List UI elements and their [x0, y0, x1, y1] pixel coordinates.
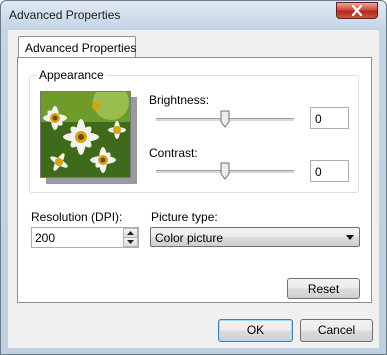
- contrast-label: Contrast:: [149, 146, 198, 160]
- resolution-spin-down[interactable]: [123, 237, 138, 247]
- brightness-label: Brightness:: [149, 93, 210, 107]
- tab-advanced-properties[interactable]: Advanced Properties: [18, 36, 136, 58]
- picture-type-selected: Color picture: [155, 231, 224, 245]
- dropdown-arrow-icon: [346, 235, 354, 240]
- appearance-group: Appearance Brightness: 0 Contrast: 0: [29, 68, 359, 193]
- ok-button-label: OK: [246, 323, 265, 337]
- reset-button-label: Reset: [307, 282, 340, 296]
- slider-thumb-icon[interactable]: [220, 110, 230, 128]
- window-title: Advanced Properties: [9, 8, 121, 22]
- reset-button[interactable]: Reset: [287, 278, 360, 299]
- picture-type-label: Picture type:: [151, 210, 218, 224]
- spin-down-icon: [127, 240, 134, 244]
- cancel-button[interactable]: Cancel: [300, 319, 373, 342]
- contrast-slider[interactable]: [156, 161, 294, 181]
- close-icon: [351, 5, 363, 16]
- preview-image: [40, 91, 131, 178]
- brightness-slider[interactable]: [156, 109, 294, 129]
- brightness-value-field[interactable]: 0: [310, 107, 349, 129]
- cancel-button-label: Cancel: [317, 323, 356, 337]
- resolution-value: 200: [35, 231, 56, 245]
- dialog-window: Advanced Properties Advanced Properties …: [0, 0, 387, 355]
- resolution-field[interactable]: 200: [31, 227, 139, 248]
- brightness-value: 0: [315, 112, 322, 126]
- tab-label: Advanced Properties: [25, 41, 137, 55]
- contrast-value-field[interactable]: 0: [310, 160, 349, 182]
- slider-thumb-icon[interactable]: [220, 162, 230, 180]
- ok-button[interactable]: OK: [218, 319, 293, 342]
- appearance-group-label: Appearance: [37, 68, 106, 82]
- contrast-value: 0: [315, 165, 322, 179]
- picture-type-select[interactable]: Color picture: [150, 227, 360, 247]
- resolution-label: Resolution (DPI):: [31, 210, 123, 224]
- close-button[interactable]: [336, 2, 378, 19]
- spin-up-icon: [127, 231, 134, 235]
- tab-panel: Appearance Brightness: 0 Contrast: 0 Res…: [17, 57, 372, 303]
- title-bar: Advanced Properties: [1, 1, 386, 29]
- dialog-client: Advanced Properties Appearance Brightnes…: [8, 30, 379, 348]
